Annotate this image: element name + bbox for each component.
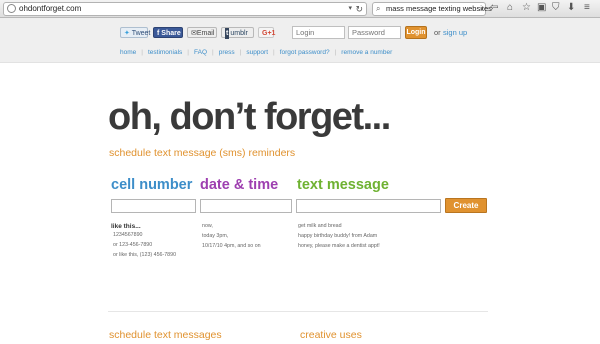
date-time-input[interactable] bbox=[200, 199, 292, 213]
example-cell-1: 1234567890 bbox=[113, 232, 143, 238]
tumblr-icon: t bbox=[225, 28, 230, 39]
nav-support[interactable]: support bbox=[246, 49, 268, 56]
nav-bar: home | testimonials | FAQ | press | supp… bbox=[120, 47, 392, 57]
nav-faq[interactable]: FAQ bbox=[194, 49, 207, 56]
example-date-2: today 3pm, bbox=[202, 233, 229, 239]
email-button[interactable]: ✉Email bbox=[187, 27, 217, 38]
dropdown-arrow-icon[interactable]: ▾ bbox=[348, 4, 352, 14]
password-input[interactable] bbox=[348, 26, 401, 39]
shield-icon[interactable]: ⛉ bbox=[552, 2, 560, 14]
nav-separator: | bbox=[212, 48, 214, 56]
nav-separator: | bbox=[239, 48, 242, 56]
create-button[interactable]: Create bbox=[445, 198, 487, 213]
share-label: Share bbox=[161, 30, 181, 37]
page-title: oh, don’t forget... bbox=[108, 96, 391, 138]
section-divider bbox=[108, 311, 488, 312]
reload-icon[interactable]: ↻ bbox=[355, 3, 363, 15]
search-bar[interactable]: ⌕ mass message texting websites › bbox=[372, 2, 492, 16]
download-icon[interactable]: ⬇ bbox=[567, 2, 575, 14]
search-query: mass message texting websites bbox=[386, 4, 492, 13]
example-cell-3: or like this, (123) 456-7890 bbox=[113, 252, 177, 258]
back-arrow-icon[interactable]: ⇦ bbox=[490, 2, 498, 14]
nav-remove-number[interactable]: remove a number bbox=[341, 49, 392, 56]
section-schedule-heading: schedule text messages bbox=[109, 329, 222, 341]
home-icon[interactable]: ⌂ bbox=[507, 2, 513, 14]
example-cell-2: or 123-456-7890 bbox=[113, 242, 153, 248]
text-message-label: text message bbox=[297, 177, 389, 193]
nav-separator: | bbox=[187, 48, 189, 56]
cell-number-label: cell number bbox=[111, 177, 193, 193]
login-input[interactable] bbox=[292, 26, 345, 39]
globe-icon bbox=[7, 4, 16, 13]
clipboard-icon[interactable]: ▣ bbox=[537, 2, 546, 14]
section-creative-heading: creative uses bbox=[300, 329, 362, 341]
nav-separator: | bbox=[141, 48, 143, 56]
address-bar[interactable]: ohdontforget.com ▾ ↻ bbox=[3, 2, 367, 16]
tweet-button[interactable]: ✦ Tweet bbox=[120, 27, 151, 38]
date-time-label: date & time bbox=[200, 177, 279, 193]
text-message-input[interactable] bbox=[296, 199, 441, 213]
nav-separator: | bbox=[334, 48, 337, 56]
cell-number-input[interactable] bbox=[111, 199, 196, 213]
or-text: or bbox=[434, 28, 441, 37]
nav-testimonials[interactable]: testimonials bbox=[148, 49, 182, 56]
tweet-label: Tweet bbox=[131, 30, 151, 37]
example-date-3: 10/17/10 4pm, and so on bbox=[202, 243, 261, 249]
example-message-2: happy birthday buddy! from Adam bbox=[298, 233, 378, 239]
browser-toolbar: ohdontforget.com ▾ ↻ ⌕ mass message text… bbox=[0, 0, 600, 18]
facebook-f-icon: f bbox=[157, 30, 160, 37]
example-message-1: get milk and bread bbox=[298, 223, 342, 229]
tumblr-label: umblr bbox=[230, 30, 248, 37]
facebook-share-button[interactable]: f Share bbox=[153, 27, 183, 38]
login-button[interactable]: Login bbox=[405, 26, 427, 39]
nav-press[interactable]: press bbox=[219, 49, 235, 56]
email-label: Email bbox=[196, 30, 215, 37]
example-date-1: now, bbox=[202, 223, 213, 229]
signup-link[interactable]: sign up bbox=[443, 28, 467, 37]
search-go-icon[interactable]: › bbox=[480, 3, 483, 15]
nav-forgot-password[interactable]: forgot password? bbox=[280, 49, 330, 56]
example-message-3: honey, please make a dentist appt! bbox=[298, 243, 380, 249]
menu-icon[interactable]: ≡ bbox=[584, 2, 590, 14]
site-header: ✦ Tweet f Share ✉Email t umblr G+1 Login … bbox=[0, 18, 600, 63]
search-icon: ⌕ bbox=[376, 4, 381, 13]
bookmark-star-icon[interactable]: ☆ bbox=[522, 2, 531, 14]
address-url: ohdontforget.com bbox=[19, 4, 82, 13]
tumblr-button[interactable]: t umblr bbox=[221, 27, 254, 39]
google-plus-button[interactable]: G+1 bbox=[258, 27, 275, 38]
page-subtitle: schedule text message (sms) reminders bbox=[109, 147, 296, 159]
twitter-bird-icon: ✦ bbox=[124, 30, 130, 37]
examples-heading: like this... bbox=[111, 223, 141, 230]
nav-separator: | bbox=[273, 48, 275, 56]
nav-home[interactable]: home bbox=[120, 49, 136, 56]
